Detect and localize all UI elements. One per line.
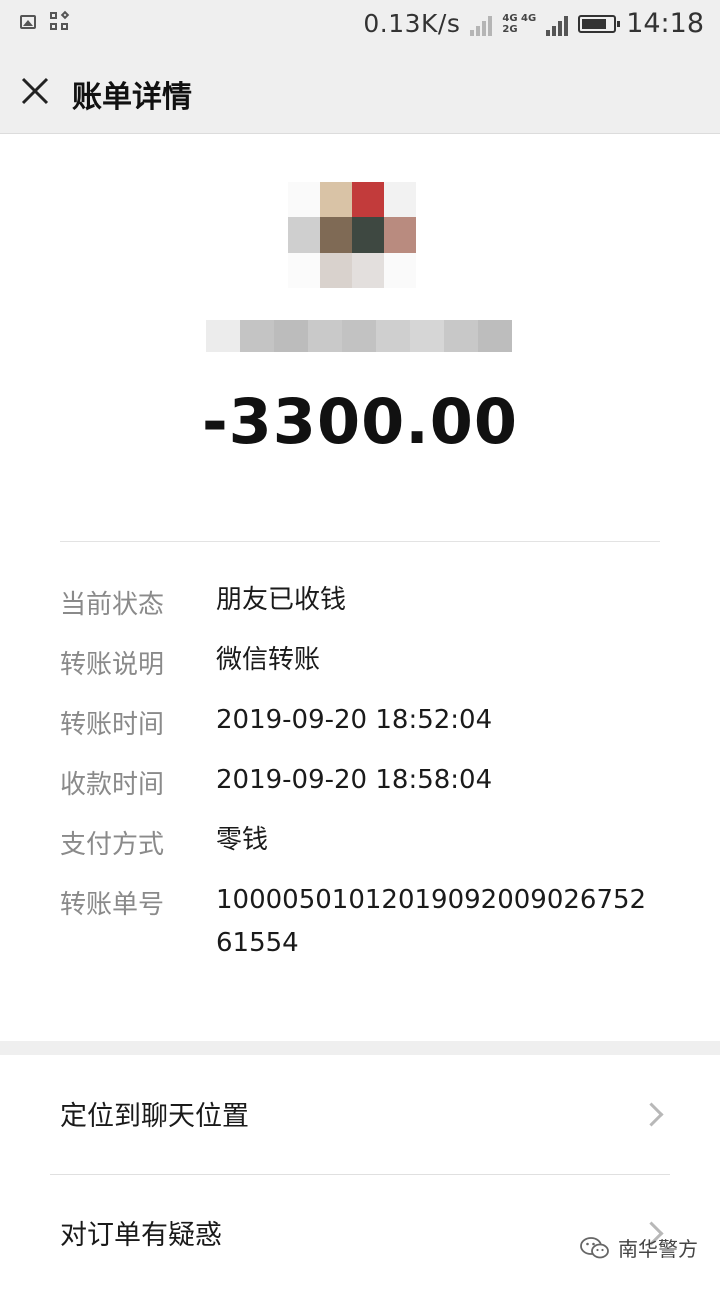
- detail-value[interactable]: 1000050101201909200902675261554: [216, 879, 660, 965]
- nav-bar: 账单详情: [0, 50, 720, 134]
- network-type-label: 2G: [502, 23, 518, 35]
- detail-label: 转账单号: [60, 890, 165, 920]
- network-type-icon: 4G 4G 2G: [502, 13, 536, 35]
- detail-label: 转账说明: [60, 650, 165, 680]
- page-title: 账单详情: [72, 80, 192, 115]
- payee-name-blurred: [206, 320, 512, 352]
- close-icon[interactable]: [20, 76, 50, 106]
- avatar: [288, 182, 416, 288]
- detail-label: 转账时间: [60, 710, 165, 740]
- watermark-text: 南华警方: [618, 1237, 698, 1261]
- watermark: 南华警方: [580, 1233, 698, 1262]
- detail-label: 支付方式: [60, 830, 165, 860]
- detail-value: 朋友已收钱: [216, 585, 347, 615]
- transfer-amount: -3300.00: [201, 385, 519, 458]
- app-grid-icon: [50, 10, 70, 32]
- locate-chat-position-button[interactable]: 定位到聊天位置: [0, 1056, 720, 1174]
- signal-icon: [470, 12, 493, 36]
- action-label: 定位到聊天位置: [60, 1101, 249, 1132]
- network-speed: 0.13K/s: [363, 9, 461, 38]
- action-label: 对订单有疑惑: [60, 1220, 222, 1251]
- detail-label: 当前状态: [60, 590, 165, 620]
- status-bar: 0.13K/s 4G 4G 2G 14:18: [0, 0, 720, 50]
- chevron-right-icon: [639, 1102, 664, 1127]
- signal-icon-2: [546, 12, 569, 36]
- detail-value: 零钱: [216, 825, 269, 855]
- section-gap: [0, 1041, 720, 1055]
- wechat-icon: [580, 1236, 609, 1258]
- clock: 14:18: [626, 8, 704, 39]
- detail-value: 微信转账: [216, 645, 321, 675]
- battery-icon: [578, 14, 621, 33]
- detail-value: 2019-09-20 18:58:04: [216, 765, 493, 795]
- detail-value: 2019-09-20 18:52:04: [216, 705, 493, 735]
- image-notification-icon: [20, 15, 36, 29]
- detail-label: 收款时间: [60, 770, 165, 800]
- network-type-label: 4G 4G: [502, 12, 537, 24]
- divider: [60, 541, 660, 542]
